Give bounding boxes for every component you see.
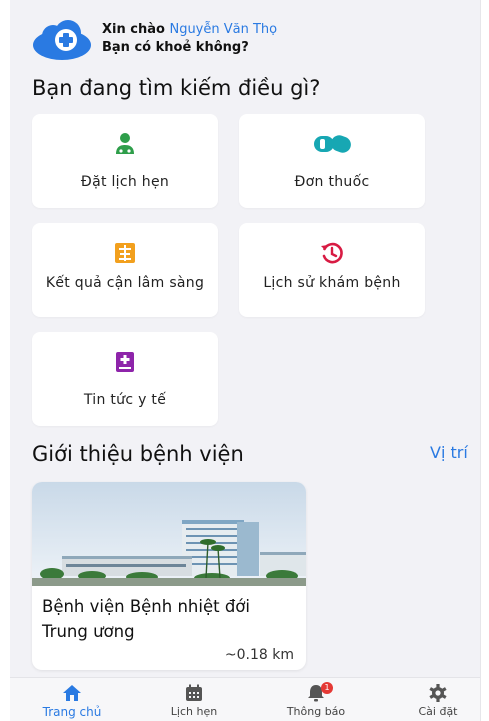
greeting-line: Xin chào Nguyễn Văn Thọ <box>102 22 277 37</box>
hospital-photo <box>32 482 306 586</box>
hospital-card[interactable]: Bệnh viện Bệnh nhiệt đới Trung ương ~0.1… <box>32 482 306 670</box>
location-link[interactable]: Vị trí <box>430 443 468 462</box>
left-edge <box>0 0 10 721</box>
history-icon <box>239 241 425 265</box>
user-name: Nguyễn Văn Thọ <box>169 22 278 37</box>
gear-icon <box>393 684 480 702</box>
nav-appointments[interactable]: Lịch hẹn <box>149 678 239 721</box>
calendar-icon <box>149 684 239 702</box>
pill-icon <box>239 132 425 156</box>
nav-appointments-label: Lịch hẹn <box>170 705 218 718</box>
hospital-name: Bệnh viện Bệnh nhiệt đới Trung ương <box>42 597 250 641</box>
nav-settings[interactable]: Cài đặt <box>393 678 480 721</box>
right-edge <box>480 0 489 721</box>
bell-icon <box>271 684 361 702</box>
medical-news-card[interactable]: Tin tức y tế <box>32 332 218 426</box>
history-card[interactable]: Lịch sử khám bệnh <box>239 223 425 317</box>
doctor-icon <box>32 132 218 156</box>
notification-badge: 1 <box>321 682 333 694</box>
nav-home[interactable]: Trang chủ <box>27 678 117 721</box>
medical-news-icon <box>32 350 218 374</box>
hospital-section-title: Giới thiệu bệnh viện <box>32 442 244 466</box>
history-label: Lịch sử khám bệnh <box>263 275 401 291</box>
search-section-title: Bạn đang tìm kiếm điều gì? <box>32 76 321 100</box>
home-screen: Xin chào Nguyễn Văn Thọ Bạn có khoẻ khôn… <box>10 0 480 721</box>
prescription-card[interactable]: Đơn thuốc <box>239 114 425 208</box>
lab-result-label: Kết quả cận lâm sàng <box>45 275 205 291</box>
greeting-text: Xin chào <box>102 22 165 37</box>
appointment-label: Đặt lịch hẹn <box>80 174 170 190</box>
nav-notifications[interactable]: 1 Thông báo <box>271 678 361 721</box>
medical-news-label: Tin tức y tế <box>83 392 167 408</box>
nav-notifications-label: Thông báo <box>286 705 346 718</box>
nav-settings-label: Cài đặt <box>418 705 458 718</box>
prescription-label: Đơn thuốc <box>294 174 370 190</box>
bottom-navigation: Trang chủ Lịch hẹn 1 Thông báo Cài đặt <box>10 677 480 721</box>
appointment-card[interactable]: Đặt lịch hẹn <box>32 114 218 208</box>
nav-home-label: Trang chủ <box>42 705 102 719</box>
lab-result-card[interactable]: Kết quả cận lâm sàng <box>32 223 218 317</box>
home-icon <box>27 684 117 702</box>
app-logo-icon <box>32 18 92 62</box>
greeting-subtitle: Bạn có khoẻ không? <box>102 40 249 55</box>
lab-result-icon <box>32 241 218 265</box>
hospital-distance: ~0.18 km <box>224 647 294 663</box>
